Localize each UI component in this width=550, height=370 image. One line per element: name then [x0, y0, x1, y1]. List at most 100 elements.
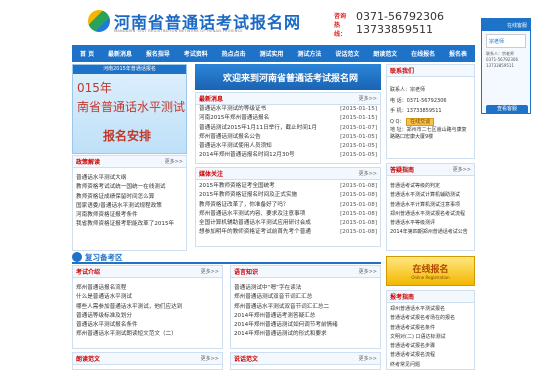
- guide-item[interactable]: 普通话考试报名步骤: [387, 342, 474, 351]
- guide-item[interactable]: 普通话考试报名流程: [387, 351, 474, 360]
- section-title: 报考指南: [390, 294, 415, 301]
- list-item[interactable]: 2014年郑州普通话测试如何调节考前情绪: [231, 321, 380, 330]
- section-title: 答疑指南: [390, 167, 415, 174]
- media-item[interactable]: 教师资格证改革了，你准备好了吗？ [2015-01-08]: [196, 201, 380, 210]
- site-subtitle: MANDARIN TEST REGISTRATION NETWORK OF HE…: [114, 29, 243, 33]
- section-title: 说话范文: [234, 356, 259, 363]
- media-item[interactable]: 郑州普通话水平测试内容、要求及注意事项 [2015-01-08]: [196, 210, 380, 219]
- list-item[interactable]: 2014年郑州普通话考测答疑汇总: [231, 312, 380, 321]
- list-item[interactable]: 普通话水平测试大纲: [73, 174, 186, 183]
- nav-method[interactable]: 测试方法: [297, 49, 321, 58]
- signup-label: 在线报名: [412, 265, 449, 275]
- nav-practical[interactable]: 测试实用: [260, 49, 284, 58]
- guide-item[interactable]: 普通话考试报名考场在的报名: [387, 314, 474, 323]
- nav-signup[interactable]: 在线报名: [411, 49, 435, 58]
- list-item[interactable]: 教师资格考试试统一国统一在线测试: [73, 183, 186, 192]
- main-nav: 首 页 最新消息 报名指导 考试资料 热点点击 测试实用 测试方法 说话范文 朗…: [72, 45, 475, 62]
- list-item[interactable]: 国家语委/普通话水平测试规程政策: [73, 202, 186, 211]
- news-box: 最新消息 更多>> 普通话水平测试的等级证书 [2015-01-15] 河南2015…: [195, 92, 381, 164]
- review-icon: [72, 252, 82, 262]
- online-service-widget: 在线客服 宗老师 联系人：宗老师 0371-56792306 13733859511…: [481, 18, 531, 114]
- qq-contact-link[interactable]: 宗老师: [486, 34, 526, 48]
- qq-chat-button[interactable]: 在线交谈: [406, 117, 435, 126]
- media-box: 媒体关注 更多>> 2015年教师资格证考全国统考 [2015-01-08] 201…: [195, 167, 381, 247]
- guide-item[interactable]: 普通话考试报名条件: [387, 324, 474, 333]
- faq-item[interactable]: 郑州普通话水平测试报名考试流程: [387, 210, 474, 219]
- online-signup-button[interactable]: 在线报名 Online Registration: [386, 256, 475, 286]
- list-item[interactable]: 普通话测试中“嗯”字在读法: [231, 284, 380, 293]
- list-item[interactable]: 普通话水平测试报名条件: [73, 321, 222, 330]
- nav-news[interactable]: 最新消息: [108, 49, 132, 58]
- contact-box: 联系我们 联系人：宗老师 电 话：0371-56792306 手 机：13733…: [386, 64, 475, 159]
- list-item[interactable]: 郑州普通话测试双音节词汇汇总: [231, 293, 380, 302]
- section-title: 最新消息: [199, 96, 224, 103]
- nav-home[interactable]: 首 页: [80, 49, 94, 58]
- nav-reading[interactable]: 朗读范文: [373, 49, 397, 58]
- site-logo: [88, 10, 110, 32]
- list-item[interactable]: 2014年郑州普通话测试的形式和要求: [231, 330, 380, 339]
- section-title: 语言知识: [234, 269, 259, 276]
- view-service-button[interactable]: 查看客服: [486, 105, 528, 114]
- list-item[interactable]: 教师资格证成绩保留时间怎么算: [73, 193, 186, 202]
- list-item[interactable]: 河南教师资格证报考条件: [73, 211, 186, 220]
- news-item[interactable]: 郑州普通话测试报名公告 [2015-01-05]: [196, 133, 380, 142]
- online-service-header: 在线客服: [482, 19, 530, 31]
- contact-teacher: 联系人：宗老师: [390, 87, 426, 93]
- hotline-label: 咨询热线：: [334, 13, 347, 38]
- news-item[interactable]: 普通话水平测试的等级证书 [2015-01-15]: [196, 105, 380, 114]
- service-contact: 联系人：宗老师 0371-56792306 13733859511: [486, 51, 518, 68]
- section-title: 考试介绍: [76, 269, 101, 276]
- list-item[interactable]: 郑州普通话报名流程: [73, 284, 222, 293]
- nav-hot[interactable]: 热点点击: [222, 49, 246, 58]
- welcome-banner: 欢迎来到河南省普通话考试报名网: [195, 64, 381, 90]
- list-item[interactable]: 郑州普通话水平测试双音节词汇汇总二: [231, 303, 380, 312]
- banner-line: 报名安排: [103, 129, 152, 143]
- contact-phone: 电 话：0371-56792306: [390, 97, 447, 104]
- faq-item[interactable]: 普通话考试等级的判定: [387, 182, 474, 191]
- nav-guide[interactable]: 报名指导: [146, 49, 170, 58]
- faq-item[interactable]: 普通话水平等级测评: [387, 219, 474, 228]
- guide-item[interactable]: 文明对(二) 口语达标测试: [387, 333, 474, 342]
- more-link[interactable]: 更多>>: [453, 166, 471, 173]
- nav-form[interactable]: 报名表: [449, 49, 467, 58]
- qq-contact-name: 宗老师: [489, 38, 505, 45]
- list-item[interactable]: 哪些人需参加普通话水平测试，他们应达到: [73, 303, 222, 312]
- more-link[interactable]: 更多>>: [201, 268, 219, 275]
- more-link[interactable]: 更多>>: [359, 355, 377, 362]
- news-item[interactable]: 2014年郑州普通话报名时间12月30号 [2015-01-05]: [196, 151, 380, 160]
- more-link[interactable]: 更多>>: [201, 355, 219, 362]
- news-item[interactable]: 普通话测试2015年1月11日举行，截止时间1月 [2015-01-07]: [196, 124, 380, 133]
- reading-box: 朗读范文 更多>>: [72, 352, 223, 370]
- faq-item[interactable]: 普通话水平测试计算机辅助测试: [387, 191, 474, 200]
- more-link[interactable]: 更多>>: [359, 268, 377, 275]
- exam-intro-box: 考试介绍 更多>> 郑州普通话报名流程 什么是普通话水平测试 哪些人需参加普通话水…: [72, 265, 223, 349]
- more-link[interactable]: 更多>>: [359, 170, 377, 177]
- nav-materials[interactable]: 考试资料: [184, 49, 208, 58]
- guide-item[interactable]: 郑州普通话水平测试报名: [387, 305, 474, 314]
- media-item[interactable]: 2015年教师资格证报名时间及正式实施 [2015-01-08]: [196, 191, 380, 200]
- list-item[interactable]: 郑州普通话水平测试朗读短文范文（二）: [73, 330, 222, 339]
- banner-image[interactable]: 河南2015年普通话报名 015年 南省普通话水平测试 报名安排: [72, 64, 187, 154]
- signup-sublabel: Online Registration: [411, 275, 450, 280]
- media-item[interactable]: 全国计算机辅助普通话水平测试应用研讨会成 [2015-01-08]: [196, 219, 380, 228]
- language-box: 语言知识 更多>> 普通话测试中“嗯”字在读法 郑州普通话测试双音节词汇汇总 郑州…: [230, 265, 381, 349]
- list-item[interactable]: 我省教师资格证报考职能改革了2015年: [73, 220, 186, 229]
- section-title: 复习备考区: [85, 252, 123, 262]
- faq-item[interactable]: 2014年第四期郑州普通话考试公告: [387, 228, 474, 237]
- contact-mobile: 手 机：13733859511: [390, 108, 442, 114]
- guide-item[interactable]: 终考常见问题: [387, 361, 474, 370]
- news-item[interactable]: 河南2015年郑州普通话报名 [2015-01-15]: [196, 114, 380, 123]
- nav-speech[interactable]: 说话范文: [335, 49, 359, 58]
- banner-line: 015年: [77, 81, 112, 95]
- review-section-header: 复习备考区: [72, 252, 381, 264]
- banner-caption: 河南2015年普通话报名: [73, 65, 186, 74]
- faq-item[interactable]: 普通话水平计算机测试注意事项: [387, 201, 474, 210]
- more-link[interactable]: 更多>>: [165, 158, 183, 165]
- media-item[interactable]: 2015年教师资格证考全国统考 [2015-01-08]: [196, 182, 380, 191]
- section-title: 媒体关注: [199, 171, 224, 178]
- list-item[interactable]: 普通话等级标准及划分: [73, 312, 222, 321]
- list-item[interactable]: 什么是普通话水平测试: [73, 293, 222, 302]
- media-item[interactable]: 想参加明年的教师资格证考试前首先考个普通 [2015-01-08]: [196, 228, 380, 237]
- more-link[interactable]: 更多>>: [359, 95, 377, 102]
- news-item[interactable]: 普通话水平测试使用人员须知 [2015-01-05]: [196, 142, 380, 151]
